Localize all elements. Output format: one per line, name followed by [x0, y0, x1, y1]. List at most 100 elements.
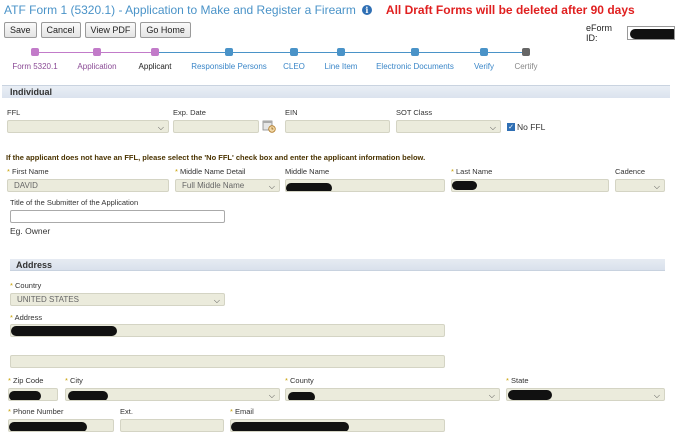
- city-select[interactable]: ⌵: [65, 388, 280, 401]
- step-node-verify[interactable]: [480, 48, 488, 56]
- redaction: [288, 392, 315, 400]
- zip-code-label: * Zip Code: [8, 376, 44, 385]
- required-marker: *: [230, 407, 236, 416]
- redaction: [231, 422, 349, 431]
- chevron-down-icon: ⌵: [157, 123, 164, 132]
- middle-name-detail-value: Full Middle Name: [182, 181, 245, 190]
- cancel-button[interactable]: Cancel: [40, 22, 81, 38]
- required-marker: *: [8, 407, 14, 416]
- county-label: * County: [285, 376, 314, 385]
- required-marker: *: [10, 313, 15, 322]
- cadence-select[interactable]: ⌵: [615, 179, 665, 192]
- redaction: [68, 391, 108, 400]
- eform-id: eForm ID:: [586, 23, 675, 43]
- step-node-cleo[interactable]: [290, 48, 298, 56]
- ein-input[interactable]: [285, 120, 390, 133]
- required-marker: *: [65, 376, 71, 385]
- page-title: ATF Form 1 (5320.1) - Application to Mak…: [4, 3, 356, 17]
- no-ffl-notice: If the applicant does not have an FFL, p…: [6, 153, 426, 162]
- address-section-header: Address: [10, 259, 665, 271]
- step-node-line-item[interactable]: [337, 48, 345, 56]
- no-ffl-checkbox[interactable]: ✓: [507, 123, 515, 131]
- step-node-certify: [522, 48, 530, 56]
- step-certify: Certify: [514, 62, 538, 71]
- chevron-down-icon: ⌵: [268, 182, 275, 191]
- middle-name-detail-label: * Middle Name Detail: [175, 167, 246, 176]
- go-home-button[interactable]: Go Home: [140, 22, 191, 38]
- submitter-title-example: Eg. Owner: [10, 226, 51, 236]
- required-marker: *: [7, 167, 13, 176]
- no-ffl-label: No FFL: [517, 122, 546, 132]
- email-input[interactable]: [230, 419, 445, 432]
- draft-warning: All Draft Forms will be deleted after 90…: [385, 3, 635, 17]
- ffl-select[interactable]: ⌵: [7, 120, 169, 133]
- city-label: * City: [65, 376, 83, 385]
- address-label: * Address: [10, 313, 43, 322]
- chevron-down-icon: ⌵: [213, 296, 220, 305]
- progress-steps: Form 5320.1 Application Applicant Respon…: [0, 44, 560, 74]
- last-name-input[interactable]: [451, 179, 609, 192]
- step-applicant[interactable]: Applicant: [139, 62, 172, 71]
- middle-name-input[interactable]: [285, 179, 445, 192]
- required-marker: *: [175, 167, 181, 176]
- required-marker: *: [8, 376, 14, 385]
- county-select[interactable]: ⌵: [285, 388, 500, 401]
- sot-class-select[interactable]: ⌵: [396, 120, 501, 133]
- step-form-5320[interactable]: Form 5320.1: [12, 62, 57, 71]
- checkmark-icon: ✓: [508, 124, 514, 131]
- middle-name-detail-select[interactable]: Full Middle Name ⌵: [175, 179, 280, 192]
- step-node-form[interactable]: [31, 48, 39, 56]
- ffl-label: FFL: [7, 108, 21, 117]
- zip-code-input[interactable]: [8, 388, 58, 401]
- chevron-down-icon: ⌵: [653, 391, 660, 400]
- individual-section-header: Individual: [2, 85, 670, 98]
- redaction: [508, 390, 552, 400]
- step-line-item[interactable]: Line Item: [325, 62, 358, 71]
- step-verify[interactable]: Verify: [474, 62, 494, 71]
- header: ATF Form 1 (5320.1) - Application to Mak…: [4, 2, 635, 18]
- chevron-down-icon: ⌵: [489, 123, 496, 132]
- redaction: [452, 181, 477, 190]
- exp-date-input[interactable]: [173, 120, 259, 133]
- required-marker: *: [506, 376, 512, 385]
- step-electronic-documents[interactable]: Electronic Documents: [376, 62, 454, 71]
- required-marker: *: [10, 281, 16, 290]
- step-node-application[interactable]: [93, 48, 101, 56]
- state-select[interactable]: ⌵: [506, 388, 665, 401]
- ext-input[interactable]: [120, 419, 224, 432]
- first-name-input[interactable]: DAVID: [7, 179, 169, 192]
- submitter-title-label: Title of the Submitter of the Applicatio…: [10, 198, 139, 207]
- chevron-down-icon: ⌵: [653, 182, 660, 191]
- submitter-title-input[interactable]: [10, 210, 225, 223]
- country-value: UNITED STATES: [17, 295, 79, 304]
- phone-number-input[interactable]: [8, 419, 114, 432]
- redaction: [630, 29, 675, 39]
- redaction: [9, 422, 87, 431]
- state-label: * State: [506, 376, 529, 385]
- step-responsible-persons[interactable]: Responsible Persons: [191, 62, 267, 71]
- first-name-value: DAVID: [14, 181, 38, 190]
- step-cleo[interactable]: CLEO: [283, 62, 305, 71]
- address-line2-input[interactable]: [10, 355, 445, 368]
- calendar-clock-icon[interactable]: [262, 119, 276, 133]
- cadence-label: Cadence: [615, 167, 646, 176]
- country-select[interactable]: UNITED STATES ⌵: [10, 293, 225, 306]
- info-icon[interactable]: i: [361, 5, 372, 15]
- country-label: * Country: [10, 281, 42, 290]
- step-node-applicant[interactable]: [151, 48, 159, 56]
- view-pdf-button[interactable]: View PDF: [84, 22, 137, 38]
- phone-number-label: * Phone Number: [8, 407, 64, 416]
- redaction: [11, 326, 117, 336]
- step-node-responsible[interactable]: [225, 48, 233, 56]
- address-line1-input[interactable]: [10, 324, 445, 337]
- toolbar: Save Cancel View PDF Go Home: [4, 22, 191, 38]
- sot-class-label: SOT Class: [396, 108, 433, 117]
- step-application[interactable]: Application: [77, 62, 116, 71]
- required-marker: *: [451, 167, 457, 176]
- step-node-documents[interactable]: [411, 48, 419, 56]
- redaction: [286, 183, 332, 191]
- middle-name-label: Middle Name: [285, 167, 330, 176]
- first-name-label: * First Name: [7, 167, 49, 176]
- ein-label: EIN: [285, 108, 298, 117]
- save-button[interactable]: Save: [4, 22, 37, 38]
